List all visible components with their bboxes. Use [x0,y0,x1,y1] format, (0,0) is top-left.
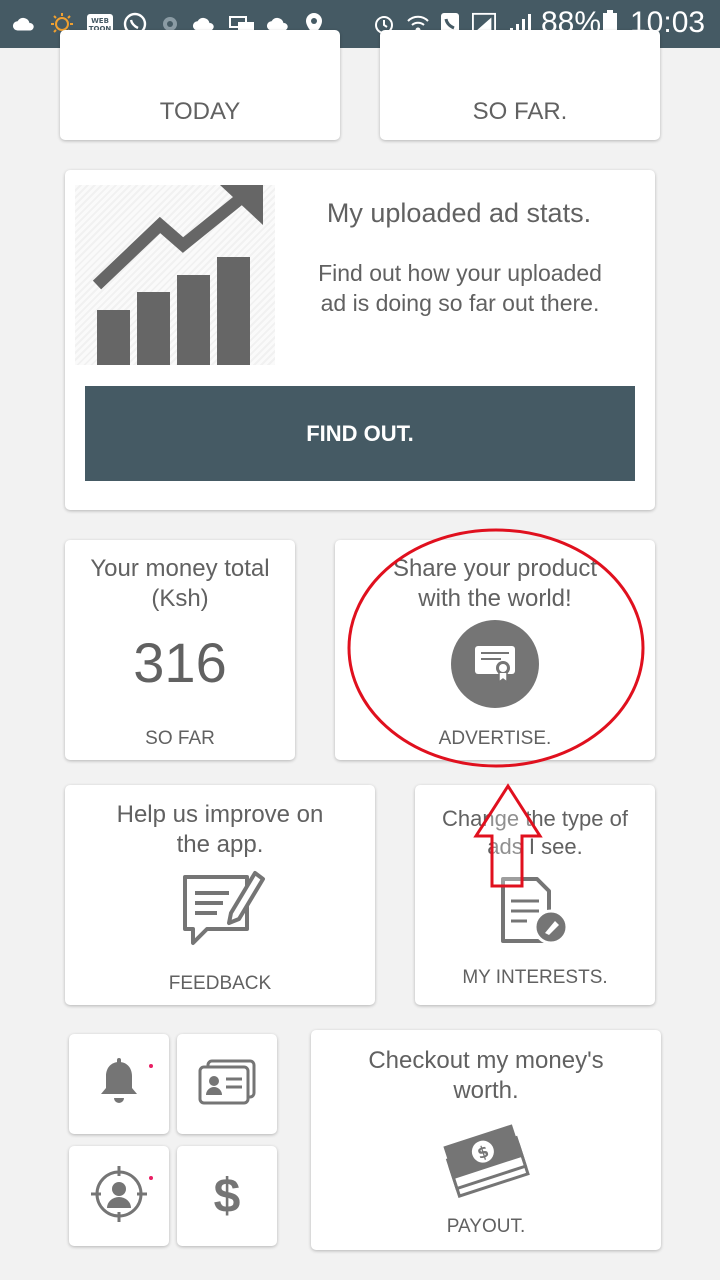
today-card[interactable]: TODAY [60,30,340,140]
ad-stats-description: Find out how your uploaded ad is doing s… [318,260,602,316]
find-out-button[interactable]: FIND OUT. [85,386,635,481]
id-card-icon [196,1057,258,1112]
so-far-card[interactable]: SO FAR. [380,30,660,140]
feedback-caption: FEEDBACK [168,973,272,994]
target-audience-tile[interactable] [69,1146,169,1246]
so-far-label: SO FAR. [472,98,568,125]
cloud-icon [12,12,36,36]
target-user-icon [89,1164,149,1229]
document-edit-icon [497,873,577,953]
interests-card[interactable]: Change the type of ads I see. MY INTERES… [415,785,655,1005]
payout-caption: PAYOUT. [446,1216,526,1237]
today-label: TODAY [159,98,241,125]
dollar-tile[interactable]: $ [177,1146,277,1246]
advertise-card[interactable]: Share your product with the world! ADVER… [335,540,655,760]
feedback-title: Help us improve on the app. [116,801,324,858]
money-total-title: Your money total (Ksh) [90,555,270,612]
profile-card-tile[interactable] [177,1034,277,1134]
advertise-caption: ADVERTISE. [438,728,552,749]
payout-card[interactable]: Checkout my money's worth. $ PAYOUT. [311,1030,661,1250]
notification-dot [149,1176,153,1180]
notification-dot [149,1064,153,1068]
money-total-caption: SO FAR [145,728,215,749]
advertise-title: Share your product with the world! [392,555,598,612]
payout-title: Checkout my money's worth. [368,1047,604,1104]
interests-title: Change the type of ads I see. [442,806,628,859]
ad-stats-title: My uploaded ad stats. [326,198,592,228]
svg-text:WEB: WEB [91,17,109,25]
bell-icon [97,1057,141,1111]
money-total-value: 316 [133,631,227,694]
feedback-card[interactable]: Help us improve on the app. FEEDBACK [65,785,375,1005]
certificate-icon[interactable] [451,620,539,708]
dollar-icon: $ [213,1169,241,1223]
notifications-tile[interactable] [69,1034,169,1134]
ad-stats-card: My uploaded ad stats. Find out how your … [65,170,655,510]
money-total-card: Your money total (Ksh) 316 SO FAR [65,540,295,760]
interests-caption: MY INTERESTS. [462,967,608,988]
chart-trend-icon [75,185,275,365]
feedback-icon [173,865,269,955]
money-stack-icon: $ [441,1118,531,1198]
